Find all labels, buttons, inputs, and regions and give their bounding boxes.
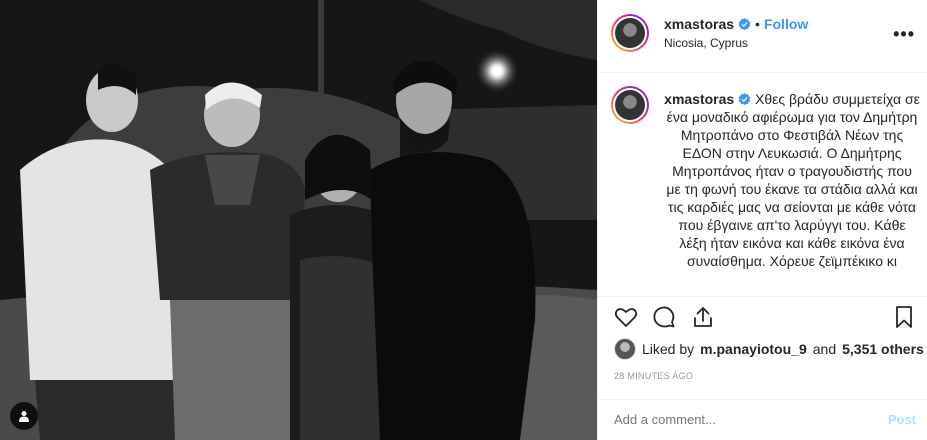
share-icon[interactable] <box>691 305 715 329</box>
location-link[interactable]: Nicosia, Cyprus <box>664 36 748 50</box>
comment-form: Post <box>598 399 927 440</box>
post-header: xmastoras • Follow Nicosia, Cyprus ••• <box>598 0 927 73</box>
separator-dot: • <box>755 16 760 32</box>
user-tag-icon <box>19 411 29 422</box>
action-bar <box>598 296 927 336</box>
caption-body: Χθες βράδυ συμμετείχα σε ένα μοναδικό αφ… <box>666 91 920 269</box>
caption-username[interactable]: xmastoras <box>664 91 734 107</box>
follow-button[interactable]: Follow <box>764 16 808 32</box>
post-comment-button[interactable]: Post <box>888 412 916 427</box>
post-photo[interactable] <box>0 0 597 440</box>
post-timestamp[interactable]: 28 MINUTES AGO <box>614 371 693 381</box>
caption-section: xmastoras Χθες βράδυ συμμετείχα σε ένα μ… <box>598 84 927 294</box>
comment-input[interactable] <box>614 412 864 427</box>
avatar[interactable] <box>611 14 649 52</box>
verified-badge-icon <box>738 17 751 30</box>
likes-summary: Liked by m.panayiotou_9 and 5,351 others <box>614 338 924 360</box>
likes-count-link[interactable]: 5,351 others <box>842 341 924 357</box>
comment-bubble-icon[interactable] <box>652 305 676 329</box>
post-side-panel: xmastoras • Follow Nicosia, Cyprus ••• x… <box>597 0 927 440</box>
liker-avatar[interactable] <box>614 338 636 360</box>
more-options-icon[interactable]: ••• <box>893 24 915 45</box>
verified-badge-icon <box>738 93 751 106</box>
caption-avatar[interactable] <box>611 86 649 124</box>
caption-text-block: xmastoras Χθες βράδυ συμμετείχα σε ένα μ… <box>664 90 920 270</box>
heart-icon[interactable] <box>614 305 638 329</box>
header-username[interactable]: xmastoras <box>664 16 734 32</box>
liked-by-user-link[interactable]: m.panayiotou_9 <box>700 341 807 357</box>
bookmark-icon[interactable] <box>892 305 916 329</box>
user-tag-button[interactable] <box>10 402 38 430</box>
likes-and: and <box>812 341 837 357</box>
likes-prefix: Liked by <box>642 341 695 357</box>
photo-illustration <box>0 0 597 440</box>
